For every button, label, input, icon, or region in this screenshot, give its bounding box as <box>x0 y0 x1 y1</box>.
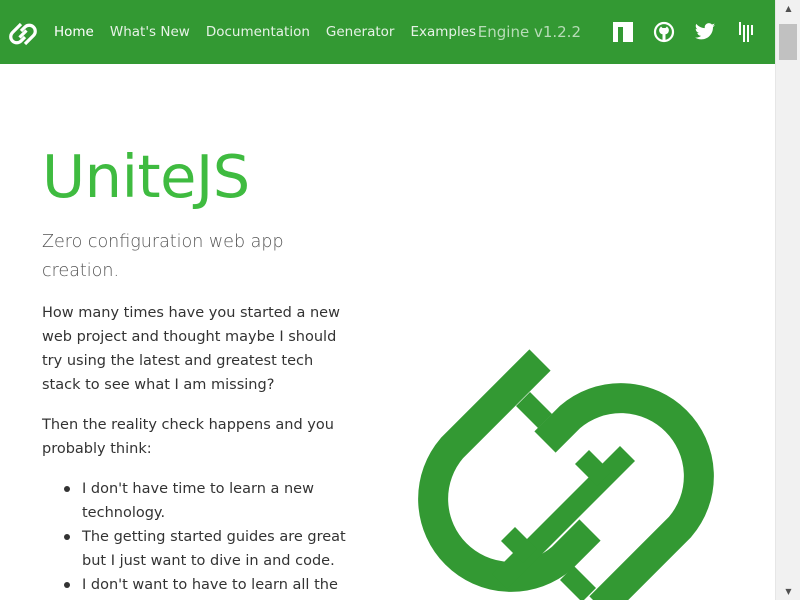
scrollbar-thumb[interactable] <box>779 24 797 60</box>
nav-link-home[interactable]: Home <box>54 24 94 40</box>
nav-link-whats-new[interactable]: What's New <box>110 24 190 40</box>
twitter-icon[interactable] <box>694 21 716 43</box>
concerns-list: I don't have time to learn a new technol… <box>64 477 346 597</box>
list-item: The getting started guides are great but… <box>64 525 346 573</box>
nav-link-documentation[interactable]: Documentation <box>206 24 310 40</box>
npm-icon[interactable] <box>612 21 634 43</box>
list-item: I don't want to have to learn all the <box>64 573 346 597</box>
nav-right: Engine v1.2.2 <box>478 0 757 64</box>
top-navbar: Home What's New Documentation Generator … <box>0 0 775 64</box>
nav-link-examples[interactable]: Examples <box>410 24 476 40</box>
github-icon[interactable] <box>653 21 675 43</box>
scroll-down-arrow-icon[interactable]: ▼ <box>776 583 800 600</box>
gitter-icon[interactable] <box>735 21 757 43</box>
unitejs-logo-icon[interactable] <box>8 19 38 49</box>
nav-links: Home What's New Documentation Generator … <box>54 0 492 64</box>
list-item: I don't have time to learn a new technol… <box>64 477 346 525</box>
nav-link-generator[interactable]: Generator <box>326 24 395 40</box>
hero-subtitle: Zero configuration web app creation. <box>42 232 284 281</box>
vertical-scrollbar[interactable]: ▲ ▼ <box>775 0 800 600</box>
scroll-up-arrow-icon[interactable]: ▲ <box>776 0 800 17</box>
reality-check-paragraph: Then the reality check happens and you p… <box>42 417 334 457</box>
engine-version: Engine v1.2.2 <box>477 23 581 41</box>
page-title: UniteJS <box>42 142 250 211</box>
chain-link-logo-icon <box>400 345 740 600</box>
intro-paragraph: How many times have you started a new we… <box>42 305 340 393</box>
